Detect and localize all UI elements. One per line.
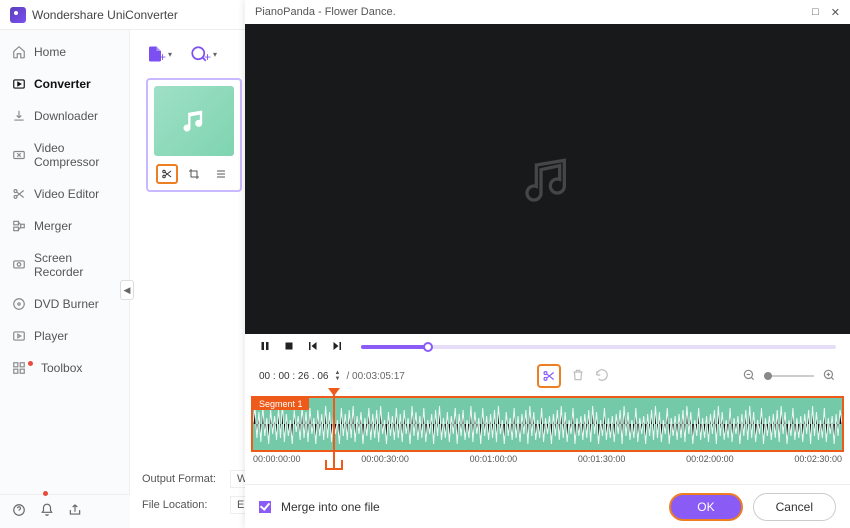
waveform[interactable] (253, 398, 842, 450)
playhead-handle[interactable] (325, 460, 343, 470)
home-icon (12, 45, 26, 59)
tick-label: 00:00:00:00 (253, 454, 301, 464)
sidebar-item-converter[interactable]: Converter (0, 68, 129, 100)
editor-file-title: PianoPanda - Flower Dance. (255, 6, 396, 18)
prev-button[interactable] (307, 340, 319, 355)
tick-label: 00:02:30:00 (794, 454, 842, 464)
sidebar-item-label: Converter (34, 77, 91, 91)
time-in-value[interactable]: 00 : 00 : 26 . 06 (259, 371, 329, 382)
app-logo-icon (10, 7, 26, 23)
segment-label: Segment 1 (253, 398, 309, 410)
compress-icon (12, 148, 26, 162)
output-format-label: Output Format: (142, 473, 222, 485)
tick-label: 00:01:00:00 (470, 454, 518, 464)
sidebar-item-label: Toolbox (41, 361, 82, 375)
sidebar-item-label: DVD Burner (34, 297, 99, 311)
seek-bar[interactable] (361, 345, 836, 349)
seek-fill (361, 345, 428, 349)
file-card[interactable] (146, 78, 242, 192)
help-icon[interactable] (12, 503, 26, 520)
editor-close-button[interactable]: ✕ (831, 6, 840, 19)
crop-button[interactable] (183, 164, 205, 184)
time-stepper[interactable]: ▲▼ (335, 370, 341, 382)
toolbox-icon (12, 361, 26, 375)
more-button[interactable] (210, 164, 232, 184)
cancel-button[interactable]: Cancel (753, 493, 836, 521)
sidebar-item-downloader[interactable]: Downloader (0, 100, 129, 132)
add-url-button[interactable]: +▾ (190, 44, 217, 64)
notification-dot-icon (28, 361, 33, 366)
delete-button[interactable] (571, 368, 585, 385)
tick-label: 00:00:30:00 (361, 454, 409, 464)
merge-label: Merge into one file (281, 500, 380, 514)
next-button[interactable] (331, 340, 343, 355)
sidebar-item-label: Downloader (34, 109, 98, 123)
stop-button[interactable] (283, 340, 295, 355)
sidebar-item-label: Merger (34, 219, 72, 233)
file-location-label: File Location: (142, 499, 222, 511)
zoom-out-button[interactable] (742, 368, 756, 385)
sidebar-item-label: Player (34, 329, 68, 343)
seek-knob[interactable] (423, 342, 433, 352)
preview-area (245, 24, 850, 334)
time-total: / 00:03:05:17 (346, 371, 404, 382)
merge-checkbox[interactable] (259, 501, 271, 513)
undo-button[interactable] (595, 368, 609, 385)
bell-icon[interactable] (40, 503, 54, 520)
playhead[interactable] (333, 390, 335, 468)
converter-icon (12, 77, 26, 91)
share-icon[interactable] (68, 503, 82, 520)
sidebar-item-label: Home (34, 45, 66, 59)
editor-maximize-button[interactable]: □ (812, 6, 819, 19)
trim-button[interactable] (156, 164, 178, 184)
file-thumbnail (154, 86, 234, 156)
sidebar-item-label: Screen Recorder (34, 251, 117, 279)
sidebar-item-screen-recorder[interactable]: Screen Recorder (0, 242, 129, 288)
sidebar-item-toolbox[interactable]: Toolbox (0, 352, 129, 384)
music-note-icon (520, 151, 576, 207)
cut-button[interactable] (537, 364, 561, 388)
tick-label: 00:01:30:00 (578, 454, 626, 464)
sidebar: Home Converter Downloader Video Compress… (0, 30, 130, 528)
ok-button[interactable]: OK (669, 493, 742, 521)
sidebar-item-player[interactable]: Player (0, 320, 129, 352)
tick-label: 00:02:00:00 (686, 454, 734, 464)
sidebar-item-label: Video Compressor (34, 141, 117, 169)
disc-icon (12, 297, 26, 311)
sidebar-footer (0, 494, 130, 528)
sidebar-item-video-compressor[interactable]: Video Compressor (0, 132, 129, 178)
sidebar-item-merger[interactable]: Merger (0, 210, 129, 242)
zoom-in-button[interactable] (822, 368, 836, 385)
editor-footer: Merge into one file OK Cancel (245, 484, 850, 528)
pause-button[interactable] (259, 340, 271, 355)
zoom-slider[interactable] (764, 375, 814, 377)
app-title: Wondershare UniConverter (32, 8, 178, 22)
play-icon (12, 329, 26, 343)
sidebar-item-video-editor[interactable]: Video Editor (0, 178, 129, 210)
sidebar-item-label: Video Editor (34, 187, 99, 201)
playback-controls (245, 334, 850, 360)
download-icon (12, 109, 26, 123)
sidebar-item-dvd-burner[interactable]: DVD Burner (0, 288, 129, 320)
scissors-icon (12, 187, 26, 201)
trim-editor-panel: PianoPanda - Flower Dance. □ ✕ 00 : 00 :… (245, 0, 850, 528)
add-file-button[interactable]: +▾ (146, 44, 172, 64)
sidebar-collapse-button[interactable]: ◀ (120, 280, 134, 300)
segment[interactable]: Segment 1 (251, 396, 844, 452)
merge-icon (12, 219, 26, 233)
record-icon (12, 258, 26, 272)
sidebar-item-home[interactable]: Home (0, 36, 129, 68)
